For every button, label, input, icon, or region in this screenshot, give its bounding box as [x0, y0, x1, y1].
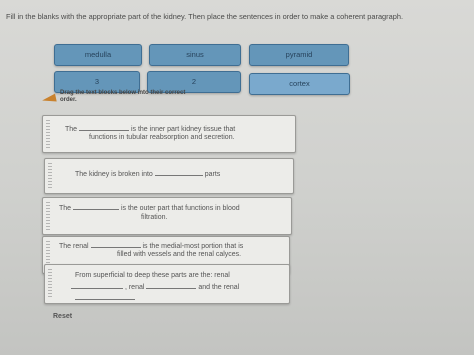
sentence-card-2[interactable]: The kidney is broken into parts	[44, 158, 294, 194]
word-tile-pyramid[interactable]: pyramid	[249, 44, 349, 66]
word-tile-cortex[interactable]: cortex	[249, 73, 350, 95]
word-tile-sinus[interactable]: sinus	[149, 44, 241, 66]
drag-handle-icon[interactable]	[48, 163, 52, 189]
reset-button[interactable]: Reset	[53, 313, 72, 320]
sentence-2-text: parts	[204, 171, 221, 178]
blank-1[interactable]	[79, 124, 130, 131]
sentence-1-text: is the inner part kidney tissue that	[130, 126, 236, 133]
sentence-5-renal: , renal	[124, 284, 145, 291]
blank-5a[interactable]	[71, 282, 123, 289]
sentence-5-and-renal: and the renal	[198, 284, 240, 291]
instructions: Fill in the blanks with the appropriate …	[6, 12, 404, 21]
sentence-card-5[interactable]: From superficial to deep these parts are…	[44, 264, 290, 304]
drag-handle-icon[interactable]	[46, 120, 50, 148]
sentence-5-line1: From superficial to deep these parts are…	[75, 272, 230, 279]
sentence-4-text: is the medial-most portion that is	[142, 243, 244, 250]
sentence-1-line2: functions in tubular reabsorption and se…	[89, 134, 235, 141]
blank-4[interactable]	[90, 241, 141, 248]
drag-hint: Drag the text blocks below into their co…	[60, 90, 186, 103]
sentence-4-line2: filled with vessels and the renal calyce…	[117, 251, 242, 258]
arrow-pointer-icon	[41, 93, 57, 105]
sentence-3-prefix: The	[59, 205, 72, 212]
word-tile-medulla[interactable]: medulla	[54, 44, 142, 66]
sentence-3-line2: filtration.	[141, 214, 168, 221]
sentence-4-prefix: The renal	[59, 243, 89, 250]
blank-2[interactable]	[154, 169, 203, 176]
sentence-3-text: is the outer part that functions in bloo…	[120, 205, 240, 212]
drag-handle-icon[interactable]	[48, 269, 52, 299]
blank-5c[interactable]	[75, 293, 135, 300]
sentence-card-3[interactable]: The is the outer part that functions in …	[42, 197, 292, 235]
sentence-card-1[interactable]: The is the inner part kidney tissue that…	[42, 115, 296, 153]
sentence-1-prefix: The	[65, 126, 78, 133]
sentence-2-prefix: The kidney is broken into	[75, 171, 153, 178]
blank-3[interactable]	[73, 203, 120, 210]
drag-handle-icon[interactable]	[46, 202, 50, 230]
blank-5b[interactable]	[146, 282, 197, 289]
